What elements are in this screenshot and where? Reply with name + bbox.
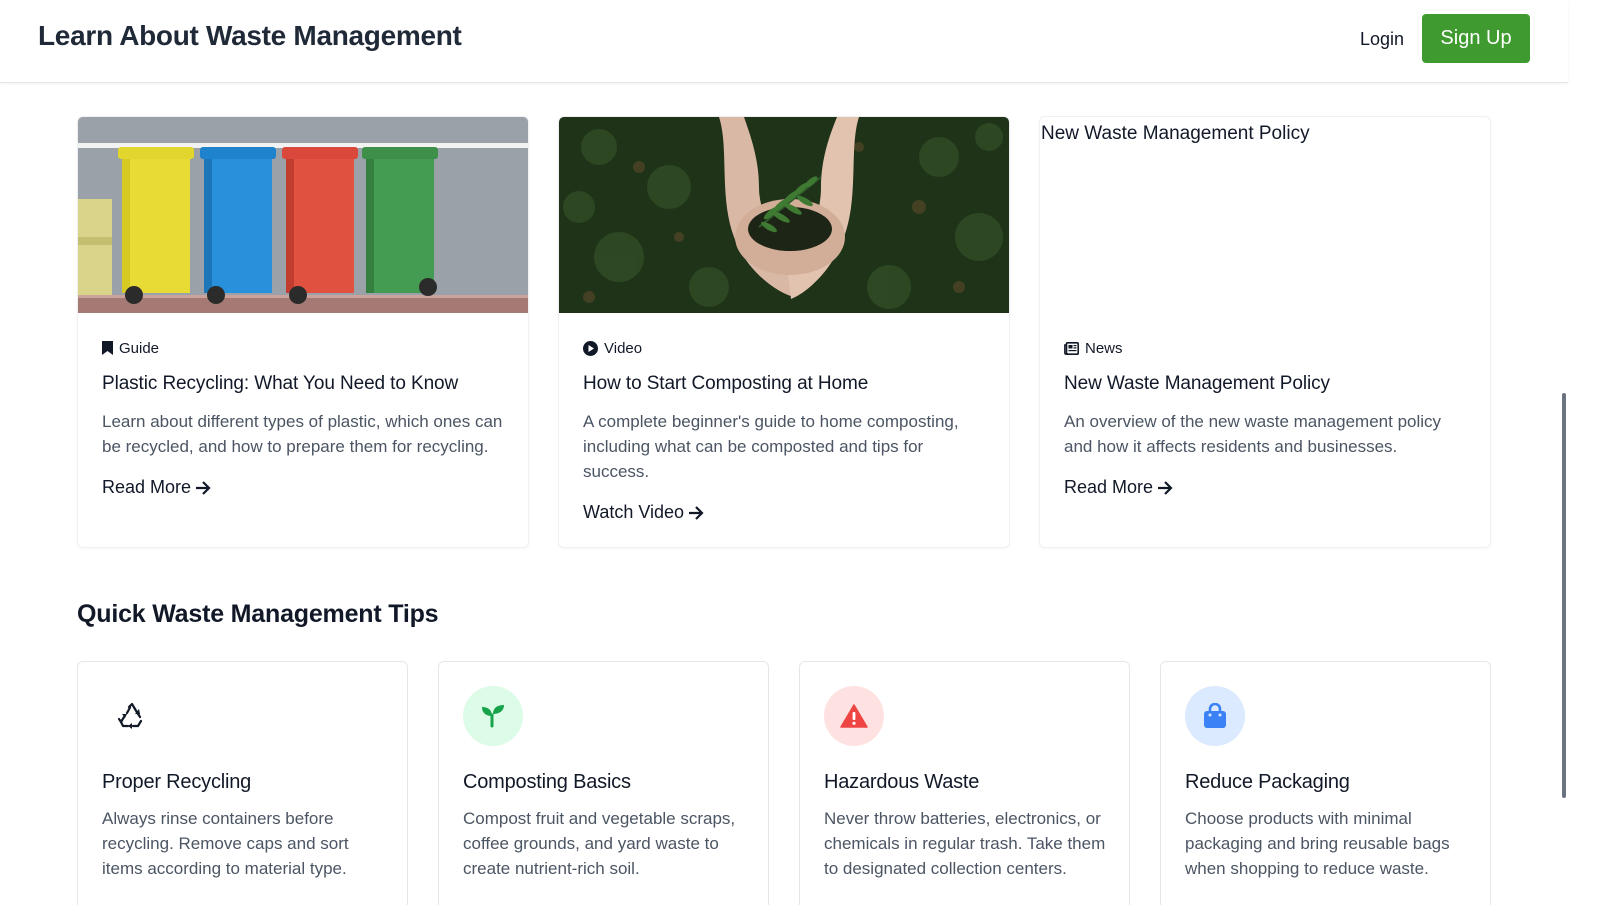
card-title[interactable]: Plastic Recycling: What You Need to Know — [102, 373, 506, 395]
resource-card-news: New Waste Management Policy News New Was… — [1039, 116, 1491, 548]
page-scrollbar-track[interactable] — [1568, 0, 1597, 905]
warning-icon — [824, 686, 884, 746]
tips-section-title: Quick Waste Management Tips — [77, 600, 439, 628]
read-more-link[interactable]: Read More — [102, 477, 211, 498]
tip-description: Compost fruit and vegetable scraps, coff… — [463, 809, 736, 878]
shopping-bag-icon — [1185, 686, 1245, 746]
tip-title: Proper Recycling — [102, 771, 252, 793]
card-category: Video — [604, 339, 643, 357]
card-category: News — [1085, 339, 1123, 357]
tip-title: Hazardous Waste — [824, 771, 980, 793]
bookmark-icon — [102, 341, 113, 355]
card-title[interactable]: New Waste Management Policy — [1064, 373, 1468, 395]
tip-description: Choose products with minimal packaging a… — [1185, 809, 1450, 878]
policy-image-placeholder: New Waste Management Policy — [1040, 117, 1490, 313]
arrow-right-icon — [689, 505, 704, 520]
arrow-right-icon — [1158, 480, 1173, 495]
card-description: An overview of the new waste management … — [1064, 412, 1442, 456]
signup-button[interactable]: Sign Up — [1422, 14, 1530, 63]
card-category: Guide — [119, 339, 160, 357]
read-more-label: Read More — [1064, 477, 1154, 497]
page-scrollbar-thumb[interactable] — [1562, 393, 1566, 798]
tip-card-hazardous: Hazardous Waste Never throw batteries, e… — [799, 661, 1130, 905]
card-description: A complete beginner's guide to home comp… — [583, 412, 959, 481]
seedling-icon — [463, 686, 523, 746]
watch-video-label: Watch Video — [583, 502, 685, 522]
play-circle-icon — [583, 340, 598, 356]
tip-description: Always rinse containers before recycling… — [102, 809, 349, 878]
read-more-label: Read More — [102, 477, 192, 497]
tip-card-composting: Composting Basics Compost fruit and vege… — [438, 661, 769, 905]
arrow-right-icon — [196, 480, 211, 495]
newspaper-icon — [1064, 341, 1079, 355]
tip-card-recycling: Proper Recycling Always rinse containers… — [77, 661, 408, 905]
card-title[interactable]: How to Start Composting at Home — [583, 373, 987, 395]
tip-title: Reduce Packaging — [1185, 771, 1350, 793]
resource-card-guide: Guide Plastic Recycling: What You Need t… — [77, 116, 529, 548]
site-title[interactable]: Learn About Waste Management — [38, 20, 462, 52]
tip-card-packaging: Reduce Packaging Choose products with mi… — [1160, 661, 1491, 905]
recycling-bins-image — [78, 117, 528, 313]
card-description: Learn about different types of plastic, … — [102, 412, 503, 456]
read-more-link[interactable]: Read More — [1064, 477, 1173, 498]
login-link[interactable]: Login — [1360, 29, 1404, 50]
image-alt-text: New Waste Management Policy — [1041, 123, 1310, 144]
watch-video-link[interactable]: Watch Video — [583, 502, 704, 523]
resource-card-video: Video How to Start Composting at Home A … — [558, 116, 1010, 548]
hands-plant-image — [559, 117, 1009, 313]
tip-description: Never throw batteries, electronics, or c… — [824, 809, 1106, 878]
tip-title: Composting Basics — [463, 771, 631, 793]
recycle-icon — [102, 686, 162, 746]
top-navbar: Learn About Waste Management Login Sign … — [0, 0, 1568, 83]
